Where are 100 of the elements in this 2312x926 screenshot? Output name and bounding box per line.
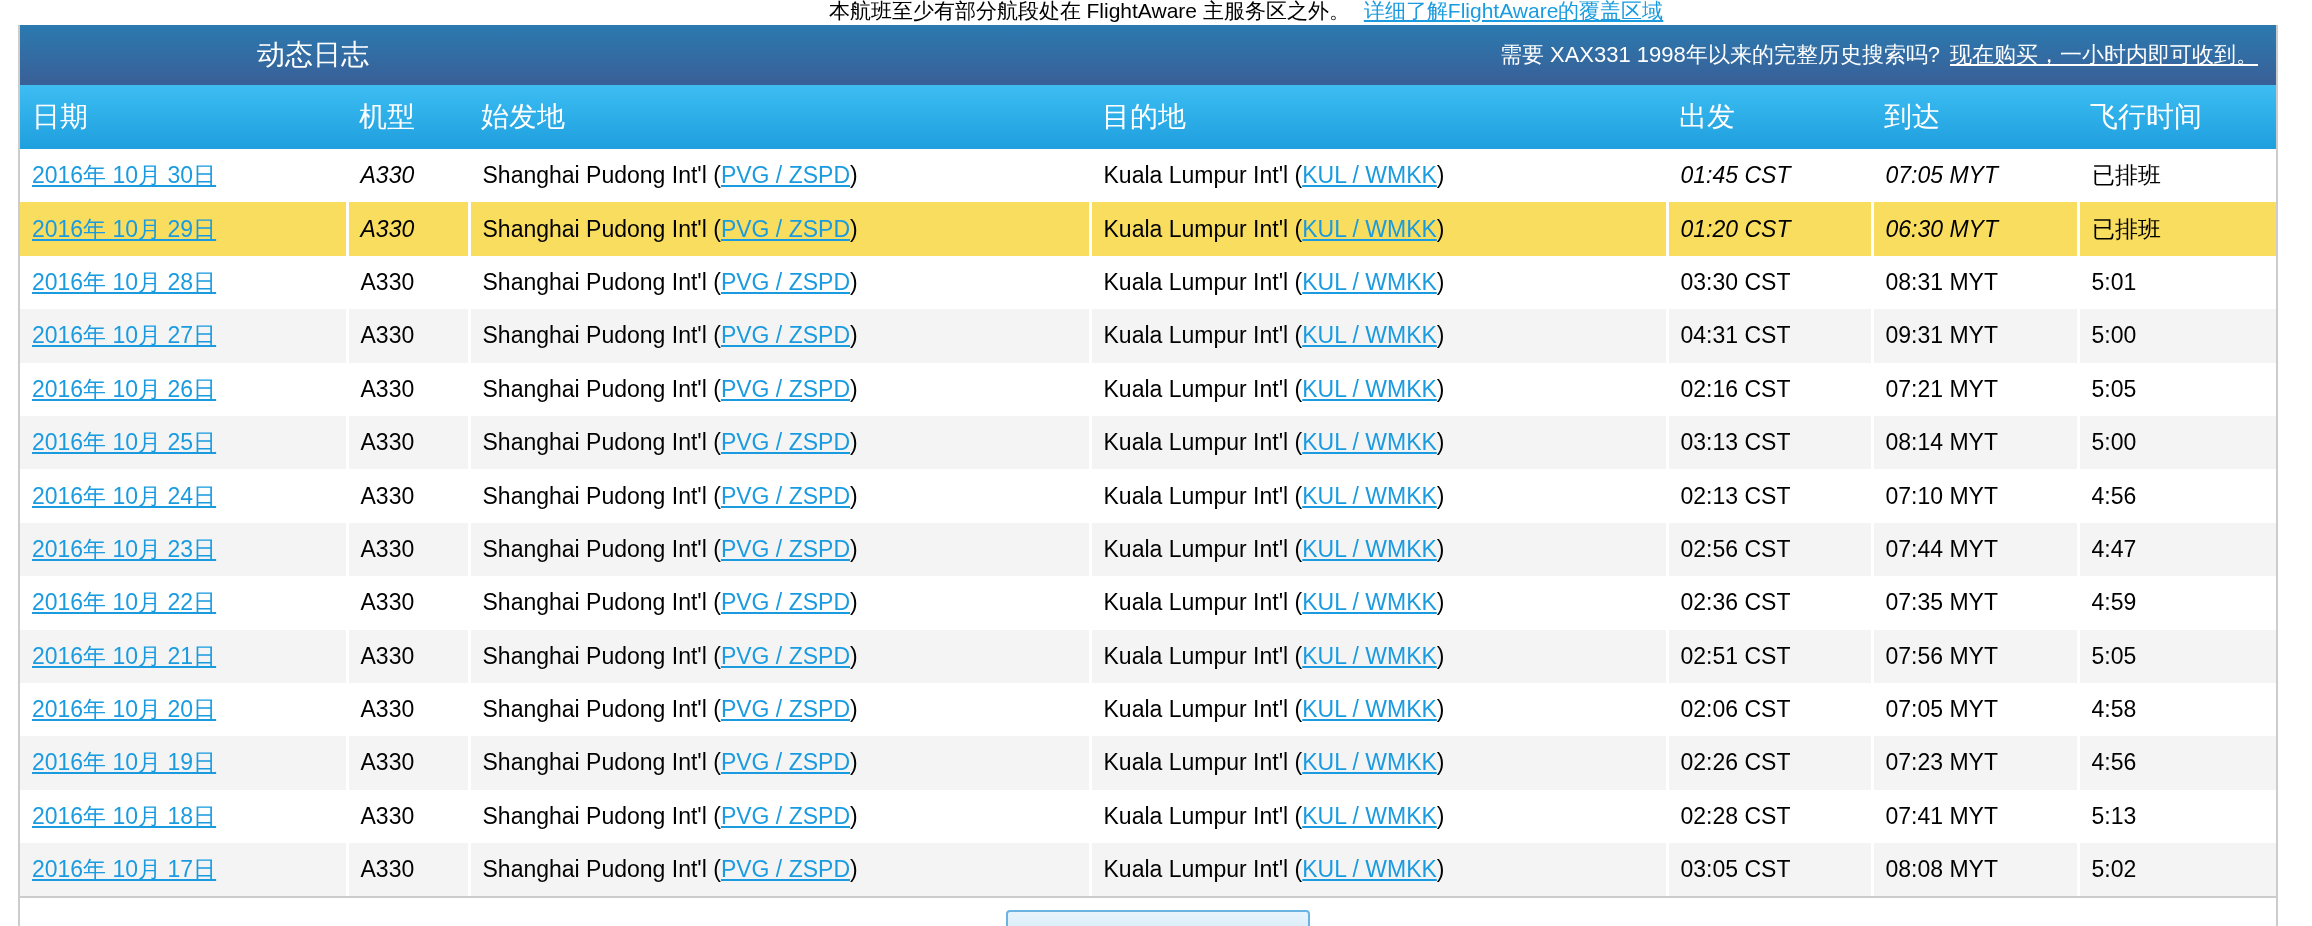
departure-time: 02:56 CST — [1680, 535, 1791, 562]
departure-time: 01:45 CST — [1680, 162, 1791, 189]
airport-code-link[interactable]: KUL / WMKK — [1302, 429, 1437, 456]
date-link[interactable]: 2016年 10月 20日 — [32, 696, 217, 723]
flight-duration: 5:02 — [2078, 843, 2276, 897]
departure-time: 04:31 CST — [1680, 322, 1791, 349]
aircraft-type: A330 — [360, 856, 415, 883]
flight-duration: 4:56 — [2078, 469, 2276, 523]
departure-time: 02:36 CST — [1680, 589, 1791, 616]
flight-duration: 5:13 — [2078, 789, 2276, 844]
arrival-time: 07:56 MYT — [1885, 642, 1998, 669]
flight-row[interactable]: 2016年 10月 29日 A330 Shanghai Pudong Int'l (PVG / ZSPD) Kuala Lumpur Int'l (KUL / WMKK) 01:20 CST 06:30 MYT 已排班 — [20, 202, 2276, 256]
airport-code-link[interactable]: KUL / WMKK — [1302, 642, 1437, 669]
origin-airport: Shanghai Pudong Int'l (PVG / ZSPD) — [482, 589, 858, 616]
aircraft-type: A330 — [360, 162, 415, 189]
column-header[interactable]: 始发地 — [469, 85, 1090, 149]
airport-code-link[interactable]: KUL / WMKK — [1302, 322, 1437, 349]
airport-code-link[interactable]: KUL / WMKK — [1302, 802, 1437, 829]
flight-row[interactable]: 2016年 10月 17日 A330 Shanghai Pudong Int'l (PVG / ZSPD) Kuala Lumpur Int'l (KUL / WMKK) 03:05 CST 08:08 MYT 5:02 — [20, 843, 2276, 897]
flight-row[interactable]: 2016年 10月 19日 A330 Shanghai Pudong Int'l (PVG / ZSPD) Kuala Lumpur Int'l (KUL / WMKK) 02:26 CST 07:23 MYT 4:56 — [20, 736, 2276, 790]
airport-code-link[interactable]: PVG / ZSPD — [720, 589, 850, 616]
origin-airport: Shanghai Pudong Int'l (PVG / ZSPD) — [482, 429, 858, 456]
flight-row[interactable]: 2016年 10月 28日 A330 Shanghai Pudong Int'l (PVG / ZSPD) Kuala Lumpur Int'l (KUL / WMKK) 03:30 CST 08:31 MYT 5:01 — [20, 255, 2276, 310]
airport-code-link[interactable]: KUL / WMKK — [1302, 268, 1437, 295]
airport-code-link[interactable]: KUL / WMKK — [1302, 749, 1437, 776]
purchase-link[interactable]: 现在购买，一小时内即可收到。 — [1950, 40, 2258, 70]
airport-code-link[interactable]: PVG / ZSPD — [720, 856, 850, 883]
departure-time: 03:13 CST — [1680, 429, 1791, 456]
flight-row[interactable]: 2016年 10月 25日 A330 Shanghai Pudong Int'l (PVG / ZSPD) Kuala Lumpur Int'l (KUL / WMKK) 03:13 CST 08:14 MYT 5:00 — [20, 415, 2276, 470]
departure-time: 02:16 CST — [1680, 375, 1791, 402]
flight-duration: 已排班 — [2078, 149, 2276, 203]
destination-airport: Kuala Lumpur Int'l (KUL / WMKK) — [1103, 802, 1445, 829]
column-header[interactable]: 机型 — [347, 85, 469, 149]
flight-duration: 5:00 — [2078, 415, 2276, 470]
airport-code-link[interactable]: PVG / ZSPD — [720, 322, 850, 349]
aircraft-type: A330 — [360, 589, 415, 616]
flight-row[interactable]: 2016年 10月 20日 A330 Shanghai Pudong Int'l (PVG / ZSPD) Kuala Lumpur Int'l (KUL / WMKK) 02:06 CST 07:05 MYT 4:58 — [20, 682, 2276, 737]
airport-code-link[interactable]: PVG / ZSPD — [720, 749, 850, 776]
origin-airport: Shanghai Pudong Int'l (PVG / ZSPD) — [482, 749, 858, 776]
airport-code-link[interactable]: PVG / ZSPD — [720, 162, 850, 189]
flight-row[interactable]: 2016年 10月 30日 A330 Shanghai Pudong Int'l (PVG / ZSPD) Kuala Lumpur Int'l (KUL / WMKK) 01:45 CST 07:05 MYT 已排班 — [20, 149, 2276, 203]
arrival-time: 08:31 MYT — [1885, 268, 1998, 295]
airport-code-link[interactable]: PVG / ZSPD — [720, 268, 850, 295]
coverage-notice: 本航班至少有部分航段处在 FlightAware 主服务区之外。 — [828, 0, 1350, 22]
aircraft-type: A330 — [360, 268, 415, 295]
arrival-time: 07:35 MYT — [1885, 589, 1998, 616]
arrival-time: 07:41 MYT — [1885, 802, 1998, 829]
aircraft-type: A330 — [360, 429, 415, 456]
date-link[interactable]: 2016年 10月 28日 — [32, 268, 217, 295]
column-header[interactable]: 目的地 — [1090, 85, 1667, 149]
airport-code-link[interactable]: PVG / ZSPD — [720, 642, 850, 669]
flight-row[interactable]: 2016年 10月 24日 A330 Shanghai Pudong Int'l (PVG / ZSPD) Kuala Lumpur Int'l (KUL / WMKK) 02:13 CST 07:10 MYT 4:56 — [20, 469, 2276, 523]
history-promo-text: 需要 XAX331 1998年以来的完整历史搜索吗? — [1499, 41, 1940, 69]
airport-code-link[interactable]: PVG / ZSPD — [720, 375, 850, 402]
arrival-time: 06:30 MYT — [1885, 215, 1998, 242]
airport-code-link[interactable]: KUL / WMKK — [1302, 215, 1437, 242]
flight-row[interactable]: 2016年 10月 27日 A330 Shanghai Pudong Int'l (PVG / ZSPD) Kuala Lumpur Int'l (KUL / WMKK) 04:31 CST 09:31 MYT 5:00 — [20, 309, 2276, 363]
date-link[interactable]: 2016年 10月 18日 — [32, 802, 217, 829]
airport-code-link[interactable]: KUL / WMKK — [1302, 162, 1437, 189]
date-link[interactable]: 2016年 10月 22日 — [32, 589, 217, 616]
date-link[interactable]: 2016年 10月 26日 — [32, 375, 217, 402]
aircraft-type: A330 — [360, 535, 415, 562]
flight-row[interactable]: 2016年 10月 18日 A330 Shanghai Pudong Int'l (PVG / ZSPD) Kuala Lumpur Int'l (KUL / WMKK) 02:28 CST 07:41 MYT 5:13 — [20, 789, 2276, 844]
destination-airport: Kuala Lumpur Int'l (KUL / WMKK) — [1103, 535, 1445, 562]
arrival-time: 08:14 MYT — [1885, 429, 1998, 456]
flight-row[interactable]: 2016年 10月 22日 A330 Shanghai Pudong Int'l (PVG / ZSPD) Kuala Lumpur Int'l (KUL / WMKK) 02:36 CST 07:35 MYT 4:59 — [20, 576, 2276, 630]
airport-code-link[interactable]: PVG / ZSPD — [720, 429, 850, 456]
arrival-time: 07:23 MYT — [1885, 749, 1998, 776]
airport-code-link[interactable]: KUL / WMKK — [1302, 482, 1437, 509]
column-header[interactable]: 日期 — [20, 85, 347, 149]
airport-code-link[interactable]: PVG / ZSPD — [720, 802, 850, 829]
column-header[interactable]: 出发 — [1667, 85, 1872, 149]
flight-row[interactable]: 2016年 10月 26日 A330 Shanghai Pudong Int'l (PVG / ZSPD) Kuala Lumpur Int'l (KUL / WMKK) 02:16 CST 07:21 MYT 5:05 — [20, 362, 2276, 416]
flight-duration: 5:05 — [2078, 629, 2276, 683]
destination-airport: Kuala Lumpur Int'l (KUL / WMKK) — [1103, 696, 1445, 723]
airport-code-link[interactable]: KUL / WMKK — [1302, 375, 1437, 402]
flight-duration: 4:47 — [2078, 522, 2276, 577]
column-header[interactable]: 飞行时间 — [2078, 85, 2276, 149]
aircraft-type: A330 — [360, 802, 415, 829]
coverage-link[interactable]: 详细了解FlightAware的覆盖区域 — [1363, 0, 1664, 22]
flight-duration: 4:56 — [2078, 736, 2276, 790]
departure-time: 02:13 CST — [1680, 482, 1791, 509]
airport-code-link[interactable]: KUL / WMKK — [1302, 589, 1437, 616]
airport-code-link[interactable]: PVG / ZSPD — [720, 535, 850, 562]
arrival-time: 07:21 MYT — [1885, 375, 1998, 402]
departure-time: 02:26 CST — [1680, 749, 1791, 776]
airport-code-link[interactable]: PVG / ZSPD — [720, 482, 850, 509]
flight-row[interactable]: 2016年 10月 23日 A330 Shanghai Pudong Int'l (PVG / ZSPD) Kuala Lumpur Int'l (KUL / WMKK) 02:56 CST 07:44 MYT 4:47 — [20, 522, 2276, 577]
airport-code-link[interactable]: PVG / ZSPD — [720, 696, 850, 723]
flight-duration: 已排班 — [2078, 202, 2276, 256]
aircraft-type: A330 — [360, 322, 415, 349]
column-header[interactable]: 到达 — [1872, 85, 2078, 149]
airport-code-link[interactable]: KUL / WMKK — [1302, 535, 1437, 562]
date-link[interactable]: 2016年 10月 24日 — [32, 482, 217, 509]
origin-airport: Shanghai Pudong Int'l (PVG / ZSPD) — [482, 162, 858, 189]
airport-code-link[interactable]: KUL / WMKK — [1302, 696, 1437, 723]
flight-row[interactable]: 2016年 10月 21日 A330 Shanghai Pudong Int'l (PVG / ZSPD) Kuala Lumpur Int'l (KUL / WMKK) 02:51 CST 07:56 MYT 5:05 — [20, 629, 2276, 683]
airport-code-link[interactable]: PVG / ZSPD — [720, 215, 850, 242]
airport-code-link[interactable]: KUL / WMKK — [1302, 856, 1437, 883]
date-link[interactable]: 2016年 10月 30日 — [32, 162, 217, 189]
